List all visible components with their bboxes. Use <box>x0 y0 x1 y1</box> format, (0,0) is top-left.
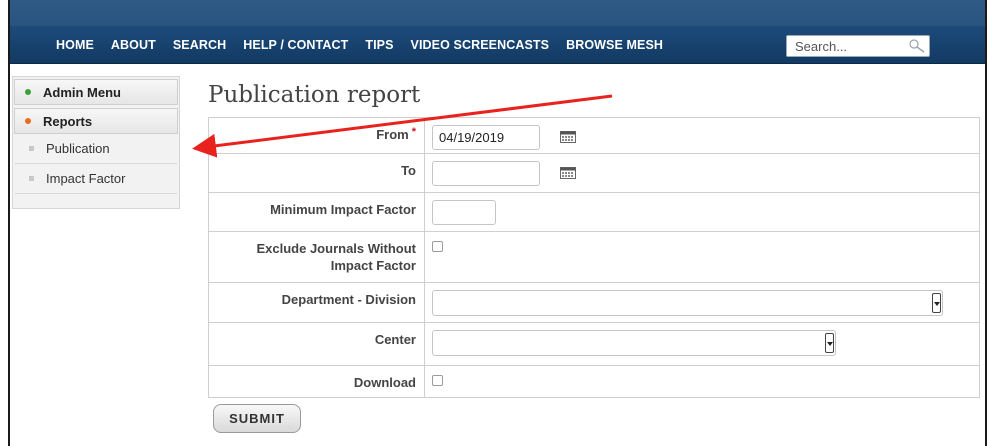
search-input[interactable] <box>787 36 905 56</box>
row-exclude: Exclude Journals Without Impact Factor <box>208 231 980 283</box>
admin-sidebar: Admin Menu Reports Publication Impact Fa… <box>12 76 180 209</box>
min-impact-value-cell <box>424 192 980 232</box>
nav-video-screencasts[interactable]: VIDEO SCREENCASTS <box>411 38 550 52</box>
green-dot-icon <box>25 89 31 95</box>
from-value-cell <box>424 117 980 154</box>
bullet-square-icon <box>29 176 34 181</box>
row-download: Download <box>208 365 980 398</box>
admin-menu-label: Admin Menu <box>43 84 121 100</box>
row-to: To <box>208 153 980 193</box>
department-label-cell: Department - Division <box>208 282 425 323</box>
dropdown-arrow-icon[interactable] <box>825 333 834 353</box>
nav-search[interactable]: SEARCH <box>173 38 226 52</box>
report-form: From* To <box>208 117 980 398</box>
submit-button[interactable]: SUBMIT <box>213 404 301 433</box>
min-impact-label-cell: Minimum Impact Factor <box>208 192 425 232</box>
center-label: Center <box>374 332 416 347</box>
site-banner <box>10 0 985 26</box>
site-search <box>786 35 930 57</box>
sidebar-item-publication[interactable]: Publication <box>15 134 177 164</box>
from-date-input[interactable] <box>432 125 540 150</box>
nav-tips[interactable]: TIPS <box>365 38 393 52</box>
dropdown-arrow-icon[interactable] <box>932 293 941 313</box>
department-value-cell <box>424 282 980 323</box>
download-label: Download <box>353 375 416 390</box>
from-label: From <box>376 127 409 142</box>
row-from: From * <box>208 117 980 154</box>
min-impact-input[interactable] <box>432 200 496 225</box>
exclude-label-line1: Exclude Journals Without <box>256 241 416 256</box>
from-label-cell: From * <box>208 117 425 154</box>
sidebar-reports[interactable]: Reports <box>14 108 178 134</box>
center-select[interactable] <box>432 330 836 356</box>
magnifier-icon[interactable] <box>906 37 928 55</box>
download-label-cell: Download <box>208 365 425 398</box>
row-center: Center <box>208 322 980 366</box>
department-label: Department - Division <box>281 292 416 307</box>
nav-browse-mesh[interactable]: BROWSE MESH <box>566 38 663 52</box>
reports-label: Reports <box>43 113 93 129</box>
sidebar-admin-menu[interactable]: Admin Menu <box>14 79 178 105</box>
page-title: Publication report <box>208 82 421 108</box>
center-value-cell <box>424 322 980 366</box>
center-label-cell: Center <box>208 322 425 366</box>
orange-dot-icon <box>25 118 31 124</box>
to-value-cell <box>424 153 980 193</box>
to-date-input[interactable] <box>432 161 540 186</box>
calendar-icon[interactable] <box>559 131 576 146</box>
to-label: To <box>401 163 416 178</box>
calendar-icon[interactable] <box>559 167 576 182</box>
download-value-cell <box>424 365 980 398</box>
impact-factor-label: Impact Factor <box>46 171 126 186</box>
exclude-value-cell <box>424 231 980 283</box>
exclude-checkbox[interactable] <box>432 241 443 252</box>
download-checkbox[interactable] <box>432 375 443 386</box>
bullet-square-icon <box>29 146 34 151</box>
row-department: Department - Division <box>208 282 980 323</box>
exclude-label-line2: Impact Factor <box>330 258 416 273</box>
min-impact-label: Minimum Impact Factor <box>270 202 416 217</box>
required-marker: * <box>411 126 416 138</box>
sidebar-item-impact-factor[interactable]: Impact Factor <box>15 164 177 194</box>
row-min-impact: Minimum Impact Factor <box>208 192 980 232</box>
to-label-cell: To <box>208 153 425 193</box>
nav-about[interactable]: ABOUT <box>111 38 156 52</box>
department-select[interactable] <box>432 290 943 316</box>
publication-label: Publication <box>46 141 110 156</box>
nav-home[interactable]: HOME <box>56 38 94 52</box>
exclude-label-cell: Exclude Journals Without Impact Factor <box>208 231 425 283</box>
nav-help-contact[interactable]: HELP / CONTACT <box>243 38 348 52</box>
